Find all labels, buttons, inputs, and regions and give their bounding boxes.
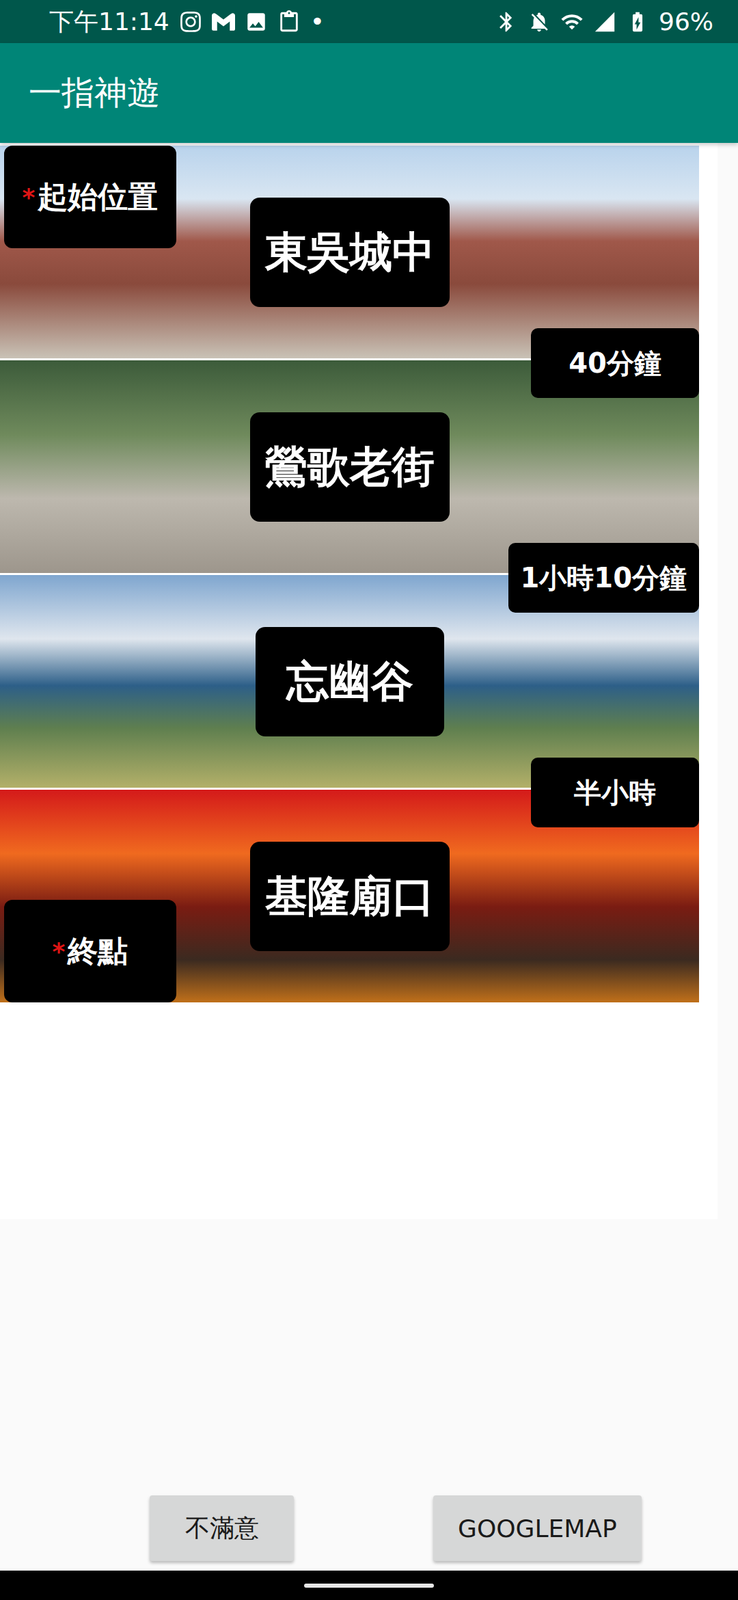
end-marker: *終點 — [4, 899, 177, 1002]
stop-name: 鶯歌老街 — [250, 412, 450, 522]
content: *起始位置東吳城中40分鐘鶯歌老街1小時10分鐘忘幽谷半小時*終點基隆廟口不滿意… — [0, 142, 738, 1570]
status-dot: • — [310, 9, 325, 35]
navigation-bar — [0, 1569, 738, 1599]
app-title: 一指神遊 — [28, 71, 160, 115]
mute-icon — [527, 10, 551, 34]
star-mark: * — [52, 936, 66, 965]
travel-time: 半小時 — [530, 757, 700, 827]
battery-icon — [625, 10, 650, 34]
wifi-icon — [560, 10, 584, 34]
battery-level: 96% — [658, 9, 714, 35]
button-row: 不滿意 GOOGLEMAP — [0, 1494, 738, 1570]
action-button[interactable]: 不滿意 — [149, 1494, 294, 1561]
status-right: 96% — [494, 9, 714, 35]
clipboard-icon — [277, 10, 301, 34]
instagram-icon — [179, 10, 203, 34]
stop-name: 東吳城中 — [250, 197, 450, 307]
travel-time: 1小時10分鐘 — [508, 542, 700, 613]
bluetooth-icon — [494, 10, 518, 34]
status-bar: 下午11:14 • 96% — [0, 0, 738, 44]
stop-photo: *起始位置東吳城中40分鐘 — [0, 145, 700, 359]
itinerary-panel: *起始位置東吳城中40分鐘鶯歌老街1小時10分鐘忘幽谷半小時*終點基隆廟口 — [0, 142, 718, 1219]
start-marker: *起始位置 — [4, 145, 177, 249]
phone-screen: 下午11:14•96%一指神遊*起始位置東吳城中40分鐘鶯歌老街1小時10分鐘忘… — [0, 0, 738, 1599]
signal-icon — [593, 10, 617, 34]
itinerary-collage: *起始位置東吳城中40分鐘鶯歌老街1小時10分鐘忘幽谷半小時*終點基隆廟口 — [0, 145, 700, 1002]
action-button[interactable]: GOOGLEMAP — [433, 1494, 642, 1561]
travel-time: 40分鐘 — [530, 328, 700, 398]
stop-name: 忘幽谷 — [255, 626, 445, 736]
gmail-icon — [211, 10, 236, 34]
home-handle[interactable] — [304, 1582, 434, 1587]
status-left: 下午11:14 • — [49, 9, 325, 35]
image-icon — [244, 10, 268, 34]
status-time: 下午11:14 — [49, 9, 170, 35]
stop-name: 基隆廟口 — [250, 841, 450, 951]
star-mark: * — [22, 183, 36, 212]
app-bar: 一指神遊 — [0, 43, 738, 143]
